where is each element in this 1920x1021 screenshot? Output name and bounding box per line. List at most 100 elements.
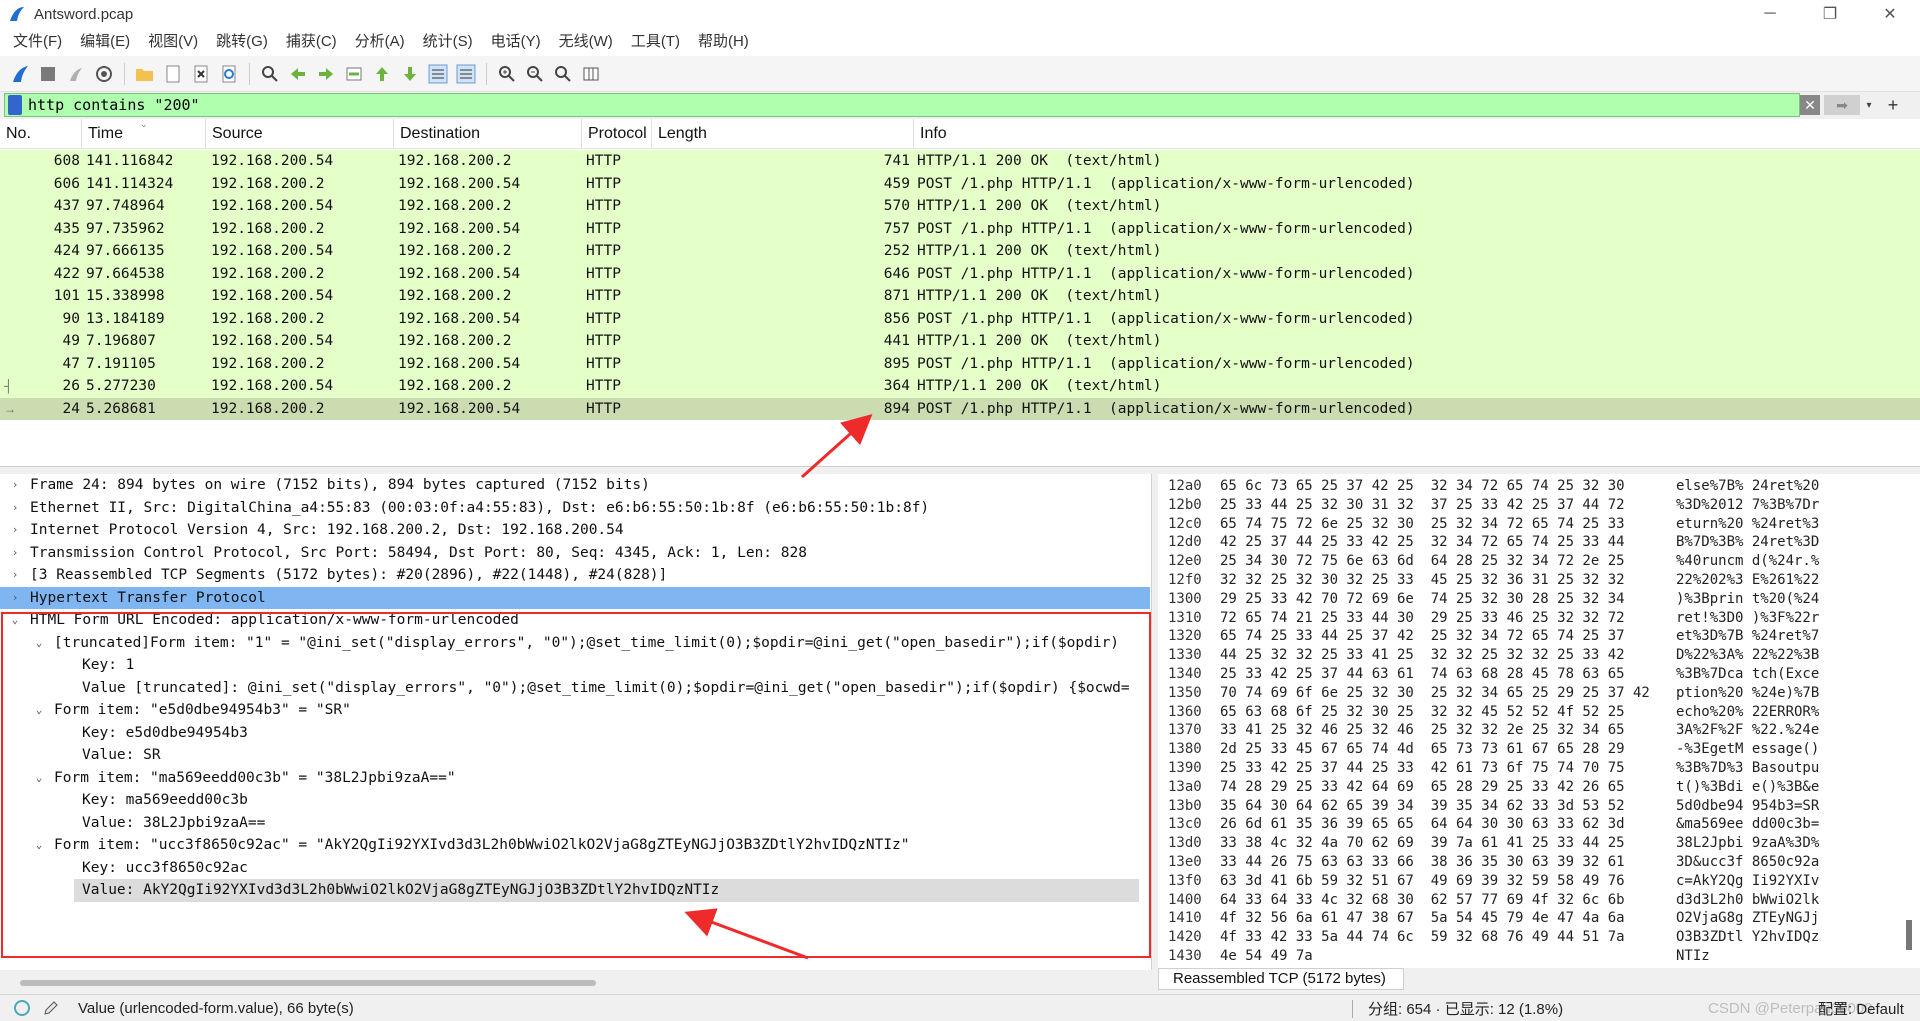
hex-row[interactable]: 1360 65 63 68 6f 25 32 30 25 32 32 45 52 … [1158,703,1898,722]
detail-tree-item[interactable]: ⌄ HTML Form URL Encoded: application/x-ww… [0,609,1150,632]
last-packet-icon[interactable] [397,61,423,87]
hex-row[interactable]: 12d0 42 25 37 44 25 33 42 25 32 34 72 65 … [1158,533,1898,552]
hex-row[interactable]: 1350 70 74 69 6f 6e 25 32 30 25 32 34 65 … [1158,684,1898,703]
zoom-out-icon[interactable] [522,61,548,87]
hex-row[interactable]: 1300 29 25 33 42 70 72 69 6e 74 25 32 30 … [1158,590,1898,609]
go-to-packet-icon[interactable] [341,61,367,87]
collapse-arrow-icon[interactable]: ⌄ [32,632,46,655]
hex-row[interactable]: 13b0 35 64 30 64 62 65 39 34 39 35 34 62 … [1158,797,1898,816]
close-button[interactable]: ✕ [1860,0,1920,28]
zoom-normal-icon[interactable] [550,61,576,87]
packet-row[interactable]: 90 13.184189 192.168.200.2 192.168.200.54 HT… [0,307,1920,330]
hex-row[interactable]: 13c0 26 6d 61 35 36 39 65 65 64 64 30 30 … [1158,815,1898,834]
menu-help[interactable]: 帮助(H) [689,28,758,56]
detail-tree-item[interactable]: Key: ucc3f8650c92ac [0,857,1150,880]
detail-tree-item[interactable]: › Ethernet II, Src: DigitalChina_a4:55:83… [0,497,1150,520]
detail-tree-item[interactable]: › Hypertext Transfer Protocol [0,586,1150,609]
hex-row[interactable]: 1320 65 74 25 33 44 25 37 42 25 32 34 72 … [1158,627,1898,646]
expand-arrow-icon[interactable]: › [8,519,22,542]
hex-row[interactable]: 1400 64 33 64 33 4c 32 68 30 62 57 77 69 … [1158,891,1898,910]
colorize-icon[interactable] [453,61,479,87]
detail-tree-item[interactable]: ⌄ Form item: "ma569eedd00c3b" = "38L2Jpbi… [0,767,1150,790]
packet-row[interactable]: 24 5.268681 192.168.200.2 192.168.200.54 HTT… [0,397,1920,420]
zoom-in-icon[interactable] [494,61,520,87]
clear-filter-button[interactable]: ✕ [1800,95,1820,115]
hex-row[interactable]: 12e0 25 34 30 72 75 6e 63 6d 64 28 25 32 … [1158,552,1898,571]
display-filter-text[interactable]: http contains "200" [28,96,200,114]
collapse-arrow-icon[interactable]: ⌄ [32,834,46,857]
collapse-arrow-icon[interactable]: ⌄ [8,609,22,632]
column-header-destination[interactable]: Destination [394,119,582,149]
detail-tree-item[interactable]: Value [truncated]: @ini_set("display_err… [0,677,1150,700]
capture-options-icon[interactable] [91,61,117,87]
apply-filter-button[interactable]: ➡ [1824,95,1860,115]
menu-capture[interactable]: 捕获(C) [277,28,346,56]
profile-selector[interactable]: 配置: Default [1818,998,1904,1019]
save-file-icon[interactable] [160,61,186,87]
bytes-vertical-scrollbar[interactable] [1906,920,1912,950]
packet-row[interactable]: 437 97.748964 192.168.200.54 192.168.200.2 H… [0,195,1920,218]
expand-arrow-icon[interactable]: › [8,564,22,587]
detail-tree-item[interactable]: › Transmission Control Protocol, Src Port… [0,542,1150,565]
detail-tree-item[interactable]: ⌄ Form item: "ucc3f8650c92ac" = "AkY2QgIi… [0,834,1150,857]
menu-telephony[interactable]: 电话(Y) [482,28,550,56]
hex-row[interactable]: 1380 2d 25 33 45 67 65 74 4d 65 73 73 61 … [1158,740,1898,759]
stop-capture-icon[interactable] [35,61,61,87]
hex-row[interactable]: 1390 25 33 42 25 37 44 25 33 42 61 73 6f … [1158,759,1898,778]
detail-tree-item[interactable]: ⌄ Form item: "e5d0dbe94954b3" = "SR" [0,699,1150,722]
restart-capture-icon[interactable] [63,61,89,87]
restore-button[interactable]: ❐ [1800,0,1860,28]
autoscroll-icon[interactable] [425,61,451,87]
resize-columns-icon[interactable] [578,61,604,87]
filter-history-dropdown[interactable]: ▾ [1862,95,1876,115]
find-packet-icon[interactable] [257,61,283,87]
open-file-icon[interactable] [132,61,158,87]
detail-tree-item[interactable]: › [3 Reassembled TCP Segments (5172 bytes… [0,564,1150,587]
column-header-no[interactable]: No. [0,119,82,149]
expand-arrow-icon[interactable]: › [8,497,22,520]
first-packet-icon[interactable] [369,61,395,87]
hex-row[interactable]: 13a0 74 28 29 25 33 42 64 69 65 28 29 25 … [1158,778,1898,797]
menu-view[interactable]: 视图(V) [139,28,207,56]
packet-row[interactable]: 49 7.196807 192.168.200.54 192.168.200.2 HTT… [0,330,1920,353]
hex-row[interactable]: 13f0 63 3d 41 6b 59 32 51 67 49 69 39 32 … [1158,872,1898,891]
menu-analyze[interactable]: 分析(A) [346,28,414,56]
go-forward-icon[interactable] [313,61,339,87]
packet-row[interactable]: 435 97.735962 192.168.200.2 192.168.200.54 H… [0,217,1920,240]
details-horizontal-scrollbar[interactable] [20,980,596,986]
detail-tree-item[interactable]: Key: 1 [0,654,1150,677]
detail-tree-item[interactable]: Value: AkY2QgIi92YXIvd3d3L2h0bWwiO2lkO2V… [0,879,1150,902]
column-header-info[interactable]: Info [914,119,1920,149]
hex-row[interactable]: 12f0 32 32 25 32 30 32 25 33 45 25 32 36 … [1158,571,1898,590]
close-file-icon[interactable] [188,61,214,87]
detail-tree-item[interactable]: Key: ma569eedd00c3b [0,789,1150,812]
menu-edit[interactable]: 编辑(E) [71,28,139,56]
column-header-source[interactable]: Source [206,119,394,149]
packet-row[interactable]: 424 97.666135 192.168.200.54 192.168.200.2 H… [0,240,1920,263]
packet-row[interactable]: 101 15.338998 192.168.200.54 192.168.200.2 H… [0,285,1920,308]
reload-file-icon[interactable] [216,61,242,87]
menu-wireless[interactable]: 无线(W) [550,28,622,56]
menu-tools[interactable]: 工具(T) [622,28,689,56]
detail-tree-item[interactable]: › Internet Protocol Version 4, Src: 192.1… [0,519,1150,542]
minimize-button[interactable]: ─ [1740,0,1800,28]
reassembled-tcp-tab[interactable]: Reassembled TCP (5172 bytes) [1158,968,1404,990]
add-filter-button[interactable]: + [1882,93,1904,117]
menu-go[interactable]: 跳转(G) [207,28,277,56]
go-back-icon[interactable] [285,61,311,87]
menu-file[interactable]: 文件(F) [4,28,71,56]
hex-row[interactable]: 12c0 65 74 75 72 6e 25 32 30 25 32 34 72 … [1158,515,1898,534]
edit-comment-icon[interactable] [42,999,60,1017]
hex-row[interactable]: 1330 44 25 32 32 25 33 41 25 32 32 25 32 … [1158,646,1898,665]
expand-arrow-icon[interactable]: › [8,542,22,565]
hex-row[interactable]: 1420 4f 33 42 33 5a 44 74 6c 59 32 68 76 … [1158,928,1898,947]
start-capture-icon[interactable] [7,61,33,87]
hex-row[interactable]: 12a0 65 6c 73 65 25 37 42 25 32 34 72 65 … [1158,477,1898,496]
detail-tree-item[interactable]: › Frame 24: 894 bytes on wire (7152 bits)… [0,474,1150,497]
column-header-length[interactable]: Length [652,119,914,149]
packet-row[interactable]: 26 5.277230 192.168.200.54 192.168.200.2 HTT… [0,375,1920,398]
hex-row[interactable]: 1410 4f 32 56 6a 61 47 38 67 5a 54 45 79 … [1158,909,1898,928]
packet-row[interactable]: 608 141.116842 192.168.200.54 192.168.200.2… [0,150,1920,173]
hex-row[interactable]: 13e0 33 44 26 75 63 63 33 66 38 36 35 30 … [1158,853,1898,872]
detail-tree-item[interactable]: ⌄ [truncated]Form item: "1" = "@ini_set("… [0,632,1150,655]
